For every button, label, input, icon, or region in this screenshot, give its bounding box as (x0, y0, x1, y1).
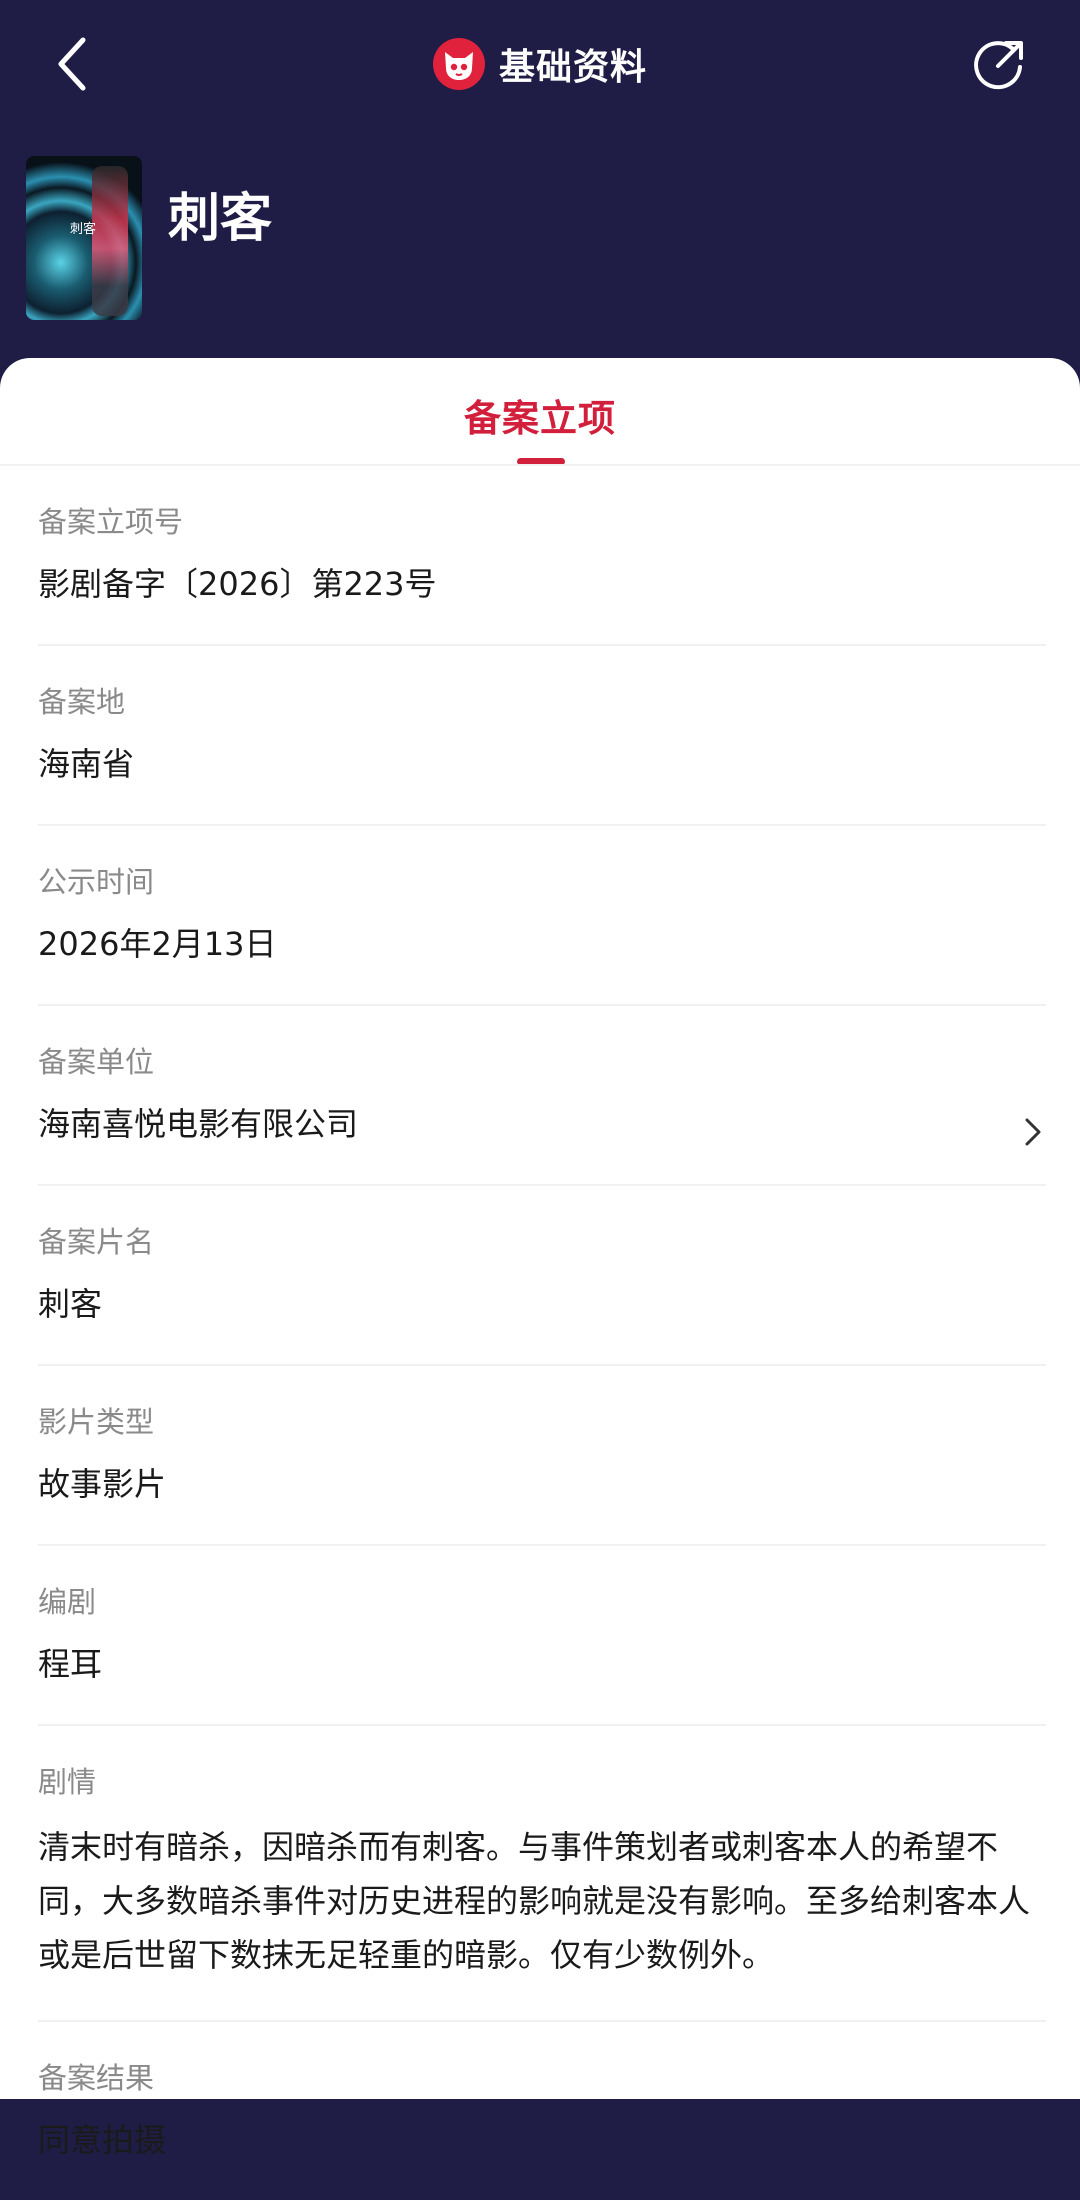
field-row-film-name: 备案片名 刺客 (38, 1186, 1046, 1366)
field-value: 程耳 (38, 1645, 103, 1683)
tab-filing[interactable]: 备案立项 (0, 358, 1080, 464)
field-label: 备案结果 (38, 2061, 155, 2095)
field-value: 海南喜悦电影有限公司 (38, 1105, 359, 1143)
poster-art (92, 166, 128, 316)
share-button[interactable] (970, 34, 1030, 94)
chevron-right-icon (1025, 1118, 1041, 1146)
poster-title: 刺客 (70, 222, 97, 237)
field-list: 备案立项号 影剧备字〔2026〕第223号 备案地 海南省 公示时间 2026年… (38, 466, 1046, 2200)
field-row-filing-company[interactable]: 备案单位 海南喜悦电影有限公司 (38, 1006, 1046, 1186)
field-value: 影剧备字〔2026〕第223号 (38, 565, 437, 603)
field-value: 同意拍摄 (38, 2121, 167, 2159)
cat-logo-icon (432, 38, 485, 90)
field-label: 编剧 (38, 1585, 97, 1619)
field-label: 剧情 (38, 1765, 97, 1799)
tab-label: 备案立项 (464, 397, 616, 440)
field-row-screenwriter: 编剧 程耳 (38, 1546, 1046, 1726)
field-row-publish-date: 公示时间 2026年2月13日 (38, 826, 1046, 1006)
movie-poster[interactable]: 刺客 (26, 156, 142, 320)
field-value: 故事影片 (38, 1465, 167, 1503)
share-icon (974, 41, 1023, 90)
header-bar: 基础资料 刺客 刺客 (0, 0, 1080, 400)
field-label: 备案单位 (38, 1045, 155, 1079)
field-label: 备案立项号 (38, 505, 184, 539)
field-value: 刺客 (38, 1285, 103, 1323)
details-sheet: 备案立项 备案立项号 影剧备字〔2026〕第223号 备案地 海南省 公示时间 … (0, 358, 1080, 2159)
field-value: 海南省 (38, 745, 135, 783)
field-label: 影片类型 (38, 1405, 155, 1439)
field-label: 公示时间 (38, 865, 155, 899)
field-value: 清末时有暗杀，因暗杀而有刺客。与事件策划者或刺客本人的希望不同，大多数暗杀事件对… (38, 1828, 1031, 1974)
field-label: 备案地 (38, 685, 126, 719)
nav-bar: 基础资料 (0, 18, 1080, 110)
field-row-film-type: 影片类型 故事影片 (38, 1366, 1046, 1546)
field-value: 2026年2月13日 (38, 925, 277, 963)
field-row-filing-result: 备案结果 同意拍摄 (38, 2022, 1046, 2200)
field-row-filing-location: 备案地 海南省 (38, 646, 1046, 826)
page-title: 基础资料 (498, 47, 647, 88)
field-row-filing-number: 备案立项号 影剧备字〔2026〕第223号 (38, 466, 1046, 646)
movie-title: 刺客 (168, 189, 273, 249)
field-label: 备案片名 (38, 1225, 155, 1259)
nav-title-group: 基础资料 (0, 36, 1080, 92)
field-row-synopsis: 剧情 清末时有暗杀，因暗杀而有刺客。与事件策划者或刺客本人的希望不同，大多数暗杀… (38, 1726, 1046, 2022)
